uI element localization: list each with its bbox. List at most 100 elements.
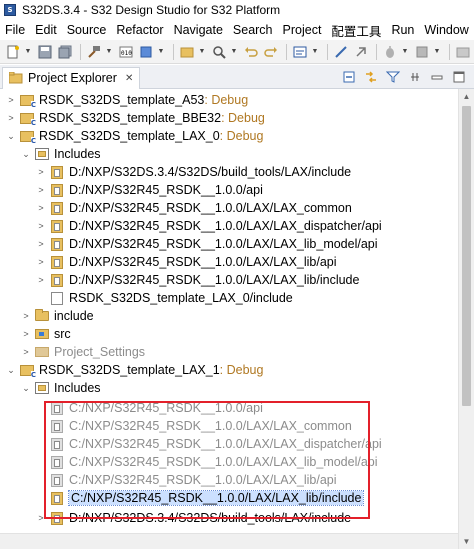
tree-row-include-path[interactable]: > D:/NXP/S32R45_RSDK__1.0.0/LAX/LAX_lib_… [36,235,377,253]
chevron-right-icon[interactable]: > [36,203,46,213]
tree-row-project-a53[interactable]: > RSDK_S32DS_template_A53: Debug [6,91,248,109]
run-dropdown-icon[interactable]: ▼ [433,43,441,61]
scroll-down-icon[interactable]: ▼ [459,534,474,549]
chevron-right-icon[interactable]: > [36,275,46,285]
tree-row-include-path[interactable]: > D:/NXP/S32R45_RSDK__1.0.0/LAX/LAX_lib/… [36,253,337,271]
tree-label: C:/NXP/S32R45_RSDK__1.0.0/LAX/LAX_common [69,419,352,433]
tree-row-includes[interactable]: ⌄ Includes [21,379,100,397]
tree-row-include-path[interactable]: > D:/NXP/S32R45_RSDK__1.0.0/LAX/LAX_lib/… [36,271,359,289]
tab-project-explorer[interactable]: Project Explorer ✕ [2,66,141,89]
search-dropdown-icon[interactable]: ▼ [230,43,238,61]
link-with-editor-icon[interactable] [362,68,380,86]
save-icon[interactable] [36,43,54,61]
chevron-right-icon[interactable]: > [21,347,31,357]
binary-icon[interactable]: 010 [117,43,135,61]
run-icon[interactable] [413,43,431,61]
tree-label: D:/NXP/S32R45_RSDK__1.0.0/LAX/LAX_dispat… [69,219,382,233]
chevron-right-icon[interactable]: > [21,329,31,339]
tree-row-include-path[interactable]: > D:/NXP/S32R45_RSDK__1.0.0/api [36,181,263,199]
chevron-right-icon[interactable]: > [36,239,46,249]
build-dropdown-icon[interactable]: ▼ [105,43,113,61]
menu-source[interactable]: Source [62,23,112,37]
menu-edit[interactable]: Edit [30,23,62,37]
chevron-right-icon[interactable]: > [36,185,46,195]
redo-icon[interactable] [262,43,280,61]
menu-project[interactable]: Project [278,23,327,37]
tree-row-include-path-selected[interactable]: C:/NXP/S32R45_RSDK__1.0.0/LAX/LAX_lib/in… [36,489,365,507]
toolbar-separator [449,43,450,60]
console-icon[interactable] [291,43,309,61]
tree-row-include-path-unresolved[interactable]: C:/NXP/S32R45_RSDK__1.0.0/LAX/LAX_lib_mo… [36,453,378,471]
tree-label: RSDK_S32DS_template_BBE32: Debug [39,111,265,125]
chevron-right-icon[interactable]: > [36,513,46,523]
tree-row-include-path-unresolved[interactable]: C:/NXP/S32R45_RSDK__1.0.0/api [36,399,263,417]
tree-row-include-path[interactable]: > D:/NXP/S32DS.3.4/S32DS/build_tools/LAX… [36,509,351,527]
debug-config-dropdown-icon[interactable]: ▼ [157,43,165,61]
tree-row-project-bbe32[interactable]: > RSDK_S32DS_template_BBE32: Debug [6,109,265,127]
tree-label: RSDK_S32DS_template_LAX_1: Debug [39,363,264,377]
debug-dropdown-icon[interactable]: ▼ [401,43,409,61]
chevron-down-icon[interactable]: ⌄ [6,365,16,375]
build-icon[interactable] [85,43,103,61]
scroll-thumb[interactable] [462,106,471,406]
scroll-up-icon[interactable]: ▲ [459,89,474,104]
minimize-icon[interactable] [428,68,446,86]
tree-row-include-path-unresolved[interactable]: C:/NXP/S32R45_RSDK__1.0.0/LAX/LAX_dispat… [36,435,382,453]
chevron-down-icon[interactable]: ⌄ [6,131,16,141]
save-all-icon[interactable] [56,43,74,61]
include-folder-icon [49,473,65,487]
tree-row-include-path[interactable]: > D:/NXP/S32DS.3.4/S32DS/build_tools/LAX… [36,163,351,181]
tree-row-folder-include[interactable]: > include [21,307,94,325]
menu-navigate[interactable]: Navigate [169,23,228,37]
chevron-down-icon[interactable]: ⌄ [21,149,31,159]
debug-config-icon[interactable] [137,43,155,61]
svg-text:010: 010 [121,50,132,57]
connect-icon[interactable] [352,43,370,61]
close-icon[interactable]: ✕ [125,73,133,84]
tree-row-include-path[interactable]: > D:/NXP/S32R45_RSDK__1.0.0/LAX/LAX_comm… [36,199,351,217]
undo-icon[interactable] [242,43,260,61]
filter-icon[interactable] [384,68,402,86]
chevron-right-icon[interactable]: > [21,311,31,321]
chevron-down-icon[interactable]: ⌄ [21,383,31,393]
chevron-right-icon[interactable]: > [6,95,16,105]
skip-breakpoints-icon[interactable] [332,43,350,61]
menu-run[interactable]: Run [386,23,419,37]
tree-row-include-path-unresolved[interactable]: C:/NXP/S32R45_RSDK__1.0.0/LAX/LAX_common [36,417,352,435]
debug-icon[interactable] [381,43,399,61]
search-icon[interactable] [210,43,228,61]
tree-row-include-path[interactable]: RSDK_S32DS_template_LAX_0/include [36,289,293,307]
menu-search[interactable]: Search [228,23,278,37]
menu-refactor[interactable]: Refactor [111,23,168,37]
menu-config-tools[interactable]: 配置工具 [326,21,386,40]
external-tools-icon[interactable] [454,43,472,61]
collapse-all-icon[interactable] [340,68,358,86]
console-dropdown-icon[interactable]: ▼ [311,43,319,61]
include-path-icon [49,291,65,305]
chevron-right-icon[interactable]: > [36,257,46,267]
open-type-icon[interactable] [178,43,196,61]
new-icon[interactable] [4,43,22,61]
tree-row-project-lax1[interactable]: ⌄ RSDK_S32DS_template_LAX_1: Debug [6,361,263,379]
maximize-icon[interactable] [450,68,468,86]
project-icon [19,111,36,127]
tree-row-project-lax0[interactable]: ⌄ RSDK_S32DS_template_LAX_0: Debug [6,127,263,145]
chevron-right-icon[interactable]: > [36,221,46,231]
tree-label: D:/NXP/S32R45_RSDK__1.0.0/LAX/LAX_lib/ap… [69,255,337,269]
vertical-scrollbar[interactable]: ▲ ▼ [458,89,474,549]
new-dropdown-icon[interactable]: ▼ [24,43,32,61]
tree-label: RSDK_S32DS_template_LAX_0: Debug [39,129,264,143]
menu-file[interactable]: File [0,23,30,37]
tree-row-project-settings[interactable]: > Project_Settings [21,343,145,361]
tree-row-folder-src[interactable]: > src [21,325,70,343]
tree-row-include-path-unresolved[interactable]: C:/NXP/S32R45_RSDK__1.0.0/LAX/LAX_lib/ap… [36,471,337,489]
project-icon [19,93,36,109]
chevron-right-icon[interactable]: > [6,113,16,123]
horizontal-scrollbar[interactable] [0,533,458,549]
tree-row-include-path[interactable]: > D:/NXP/S32R45_RSDK__1.0.0/LAX/LAX_disp… [36,217,382,235]
open-type-dropdown-icon[interactable]: ▼ [198,43,206,61]
chevron-right-icon[interactable]: > [36,167,46,177]
tree-row-includes[interactable]: ⌄ Includes [21,145,100,163]
view-menu-icon[interactable] [406,68,424,86]
menu-window[interactable]: Window [419,23,473,37]
